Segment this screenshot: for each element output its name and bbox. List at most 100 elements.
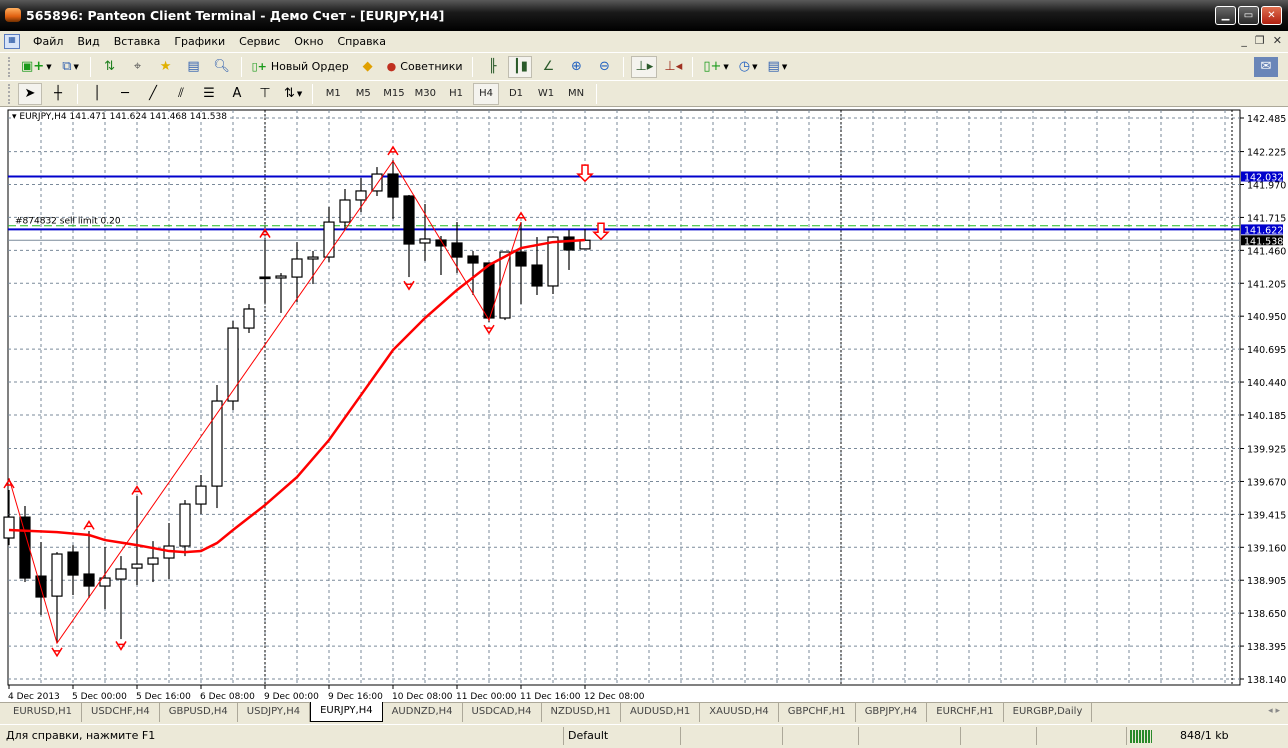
chart-tabs: EURUSD,H1 USDCHF,H4 GBPUSD,H4 USDJPY,H4 EURJ… — [0, 702, 1288, 723]
line-chart-button[interactable]: ∠ — [536, 56, 560, 78]
expert-advisor-icon: ● — [386, 60, 397, 73]
menu-insert[interactable]: Вставка — [107, 35, 168, 48]
horizontal-line-icon: ─ — [121, 86, 129, 101]
y-tick-label: 138.395 — [1247, 642, 1286, 653]
profiles-icon: ⧉ — [62, 59, 72, 74]
timeframe-w1[interactable]: W1 — [533, 83, 559, 105]
bar-chart-button[interactable]: ╟ — [480, 56, 504, 78]
bar-chart-icon: ╟ — [488, 59, 497, 74]
zoom-out-button[interactable]: ⊖ — [592, 56, 616, 78]
auto-scroll-button[interactable]: ⊥▸ — [631, 55, 658, 78]
cursor-arrow-icon: ➤ — [24, 86, 36, 101]
text-button[interactable]: A — [225, 83, 249, 105]
timeframe-h1[interactable]: H1 — [443, 83, 469, 105]
price-chart[interactable]: 142.485142.225141.970141.715141.460141.2… — [0, 107, 1288, 702]
trendline-icon: ╱ — [149, 86, 157, 101]
chart-tab[interactable]: USDCAD,H4 — [463, 703, 542, 722]
chart-tab[interactable]: GBPCHF,H1 — [779, 703, 856, 722]
timeframe-h4[interactable]: H4 — [473, 82, 500, 105]
tab-scroll-arrows[interactable]: ◂ ▸ — [1268, 706, 1280, 716]
chart-tab[interactable]: GBPJPY,H4 — [856, 703, 928, 722]
horizontal-line-button[interactable]: ─ — [113, 83, 137, 105]
candle — [547, 236, 559, 294]
messages-button[interactable]: ✉ — [1254, 56, 1278, 77]
new-order-button[interactable]: ▯+ Новый Ордер — [249, 56, 352, 78]
close-button[interactable]: ✕ — [1261, 6, 1282, 25]
menu-file[interactable]: Файл — [26, 35, 70, 48]
candle-body — [131, 563, 143, 569]
mdi-minimize-button[interactable]: _ — [1241, 34, 1247, 47]
zoom-in-button[interactable]: ⊕ — [564, 56, 588, 78]
maximize-button[interactable]: ▭ — [1238, 6, 1259, 25]
chart-tab[interactable]: USDJPY,H4 — [238, 703, 311, 722]
candle-body — [355, 190, 367, 201]
menu-view[interactable]: Вид — [70, 35, 106, 48]
periods-button[interactable]: ◷ ▼ — [736, 56, 761, 78]
minimize-button[interactable]: ▁ — [1215, 6, 1236, 25]
vertical-line-button[interactable]: │ — [85, 83, 109, 105]
candlestick-chart-button[interactable]: ┃▮ — [508, 55, 533, 78]
x-tick-label: 5 Dec 00:00 — [72, 692, 127, 702]
navigator-button[interactable]: ⌖ — [126, 56, 150, 78]
chart-window-icon[interactable]: ▦ — [4, 34, 20, 49]
alert-button[interactable]: ◆ — [356, 56, 380, 78]
chart-tab[interactable]: EURGBP,Daily — [1004, 703, 1093, 722]
candle-body — [547, 236, 559, 287]
equidistant-channel-button[interactable]: ⫽ — [169, 83, 193, 105]
standard-toolbar: ▣+ ▼ ⧉ ▼ ⇅ ⌖ ★ ▤ 🔍︎ ▯+ Новый Ордер ◆ ● Совет… — [0, 52, 1288, 80]
menu-help[interactable]: Справка — [330, 35, 392, 48]
zoom-out-icon: ⊖ — [599, 59, 610, 74]
candle-body — [467, 255, 479, 264]
app-icon — [5, 8, 21, 22]
chart-tab[interactable]: NZDUSD,H1 — [542, 703, 621, 722]
timeframe-m1[interactable]: M1 — [320, 83, 346, 105]
timeframe-mn[interactable]: MN — [563, 83, 589, 105]
candle — [227, 320, 239, 411]
timeframe-m15[interactable]: M15 — [380, 83, 407, 105]
arrows-button[interactable]: ⇅ ▼ — [281, 83, 305, 105]
chart-tab[interactable]: AUDUSD,H1 — [621, 703, 701, 722]
expert-advisors-button[interactable]: ● Советники — [384, 56, 466, 78]
chart-window[interactable]: 142.485 142.225 141.970 141.715 141.460 141.2… — [0, 107, 1288, 702]
timeframe-d1[interactable]: D1 — [503, 83, 529, 105]
mdi-close-button[interactable]: ✕ — [1273, 34, 1282, 47]
chart-tab[interactable]: EURJPY,H4 — [310, 702, 383, 722]
text-label-button[interactable]: ⊤ — [253, 83, 277, 105]
menu-tools[interactable]: Сервис — [232, 35, 287, 48]
mdi-restore-button[interactable]: ❐ — [1255, 34, 1265, 47]
timeframe-m5[interactable]: M5 — [350, 83, 376, 105]
chart-info-header: ▾ EURJPY,H4 141.471 141.624 141.468 141.… — [12, 112, 227, 122]
chart-shift-button[interactable]: ⊥◂ — [661, 56, 685, 78]
chart-tab[interactable]: EURCHF,H1 — [927, 703, 1004, 722]
bid-price-label: 141.538 — [1244, 236, 1283, 247]
y-tick-label: 142.225 — [1247, 148, 1286, 159]
candle-body — [51, 553, 63, 597]
menu-window[interactable]: Окно — [287, 35, 330, 48]
chart-tab[interactable]: XAUUSD,H4 — [700, 703, 779, 722]
y-tick-label: 139.925 — [1247, 445, 1286, 456]
favorites-button[interactable]: ★ — [154, 56, 178, 78]
timeframe-m30[interactable]: M30 — [412, 83, 439, 105]
templates-button[interactable]: ▤ ▼ — [765, 56, 791, 78]
profiles-button[interactable]: ⧉ ▼ — [59, 56, 83, 78]
strategy-tester-button[interactable]: 🔍︎ — [210, 56, 234, 78]
crosshair-button[interactable]: ┼ — [46, 83, 70, 105]
chart-tab[interactable]: AUDNZD,H4 — [383, 703, 463, 722]
chart-tab[interactable]: EURUSD,H1 — [4, 703, 83, 722]
trendline-button[interactable]: ╱ — [141, 83, 165, 105]
price-label: 142.032 — [1244, 172, 1283, 183]
fibonacci-button[interactable]: ☰ — [197, 83, 221, 105]
chart-tab[interactable]: USDCHF,H4 — [82, 703, 160, 722]
cursor-button[interactable]: ➤ — [18, 82, 42, 105]
x-tick-label: 5 Dec 16:00 — [136, 692, 191, 702]
candle-body — [259, 276, 271, 280]
terminal-button[interactable]: ▤ — [182, 56, 206, 78]
indicators-button[interactable]: ▯+ ▼ — [700, 56, 731, 78]
toolbar-grip[interactable] — [8, 83, 12, 104]
market-watch-button[interactable]: ⇅ — [98, 56, 122, 78]
new-chart-button[interactable]: ▣+ ▼ — [18, 56, 55, 78]
toolbar-grip[interactable] — [8, 56, 12, 77]
chart-tab[interactable]: GBPUSD,H4 — [160, 703, 238, 722]
candle — [499, 251, 511, 321]
menu-charts[interactable]: Графики — [167, 35, 232, 48]
